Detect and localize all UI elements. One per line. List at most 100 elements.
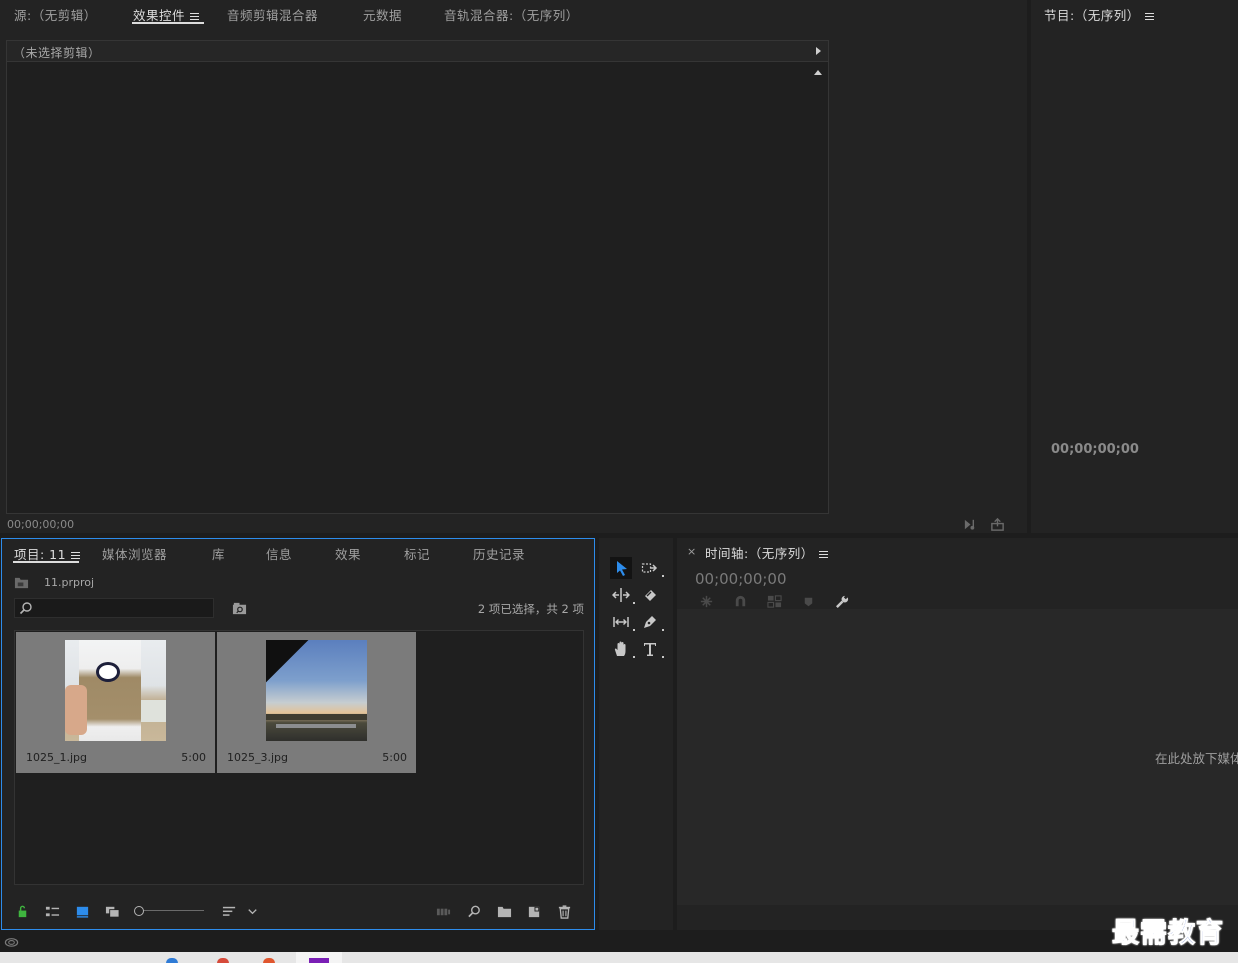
- effect-controls-panel: 源:（无剪辑） 效果控件 音频剪辑混合器 元数据 音轨混合器:（无序列） （未选…: [0, 0, 1027, 533]
- tab-metadata[interactable]: 元数据: [363, 5, 402, 24]
- tool-group-indicator: [662, 656, 664, 658]
- snap-magnet-icon[interactable]: [732, 593, 748, 609]
- freeform-view-icon[interactable]: [104, 903, 120, 919]
- drop-media-hint: 在此处放下媒体: [1155, 751, 1238, 766]
- tab-media-browser[interactable]: 媒体浏览器: [102, 544, 167, 563]
- wrench-icon[interactable]: [834, 593, 850, 609]
- track-select-tool[interactable]: [639, 557, 661, 579]
- tab-audio-track-mixer[interactable]: 音轨混合器:（无序列）: [444, 5, 579, 24]
- project-items-area: 1025_1.jpg 5:00 1025_3.jpg 5:00: [14, 630, 584, 885]
- ripple-edit-tool[interactable]: [610, 584, 632, 606]
- tab-history[interactable]: 历史记录: [473, 544, 525, 563]
- tab-audio-clip-mixer[interactable]: 音频剪辑混合器: [227, 5, 318, 24]
- icon-view-icon[interactable]: [74, 903, 90, 919]
- zoom-slider-track: [138, 910, 204, 911]
- taskbar-app-icon[interactable]: [217, 958, 229, 963]
- chevron-down-icon[interactable]: [244, 903, 260, 919]
- tab-project-label: 项目: 11: [14, 547, 67, 562]
- media-thumbnail: [65, 640, 166, 741]
- timeline-title-label: 时间轴:（无序列）: [705, 546, 814, 561]
- sort-icon[interactable]: [221, 903, 237, 919]
- tab-effects[interactable]: 效果: [335, 544, 361, 563]
- zoom-slider-thumb[interactable]: [134, 906, 144, 916]
- taskbar-app-icon[interactable]: [166, 958, 178, 963]
- taskbar-app-icon[interactable]: [263, 958, 275, 963]
- linked-selection-icon[interactable]: [766, 593, 782, 609]
- os-taskbar: [0, 952, 1238, 963]
- search-input[interactable]: [37, 600, 207, 616]
- nest-icon[interactable]: [698, 593, 714, 609]
- tab-libraries[interactable]: 库: [212, 544, 225, 563]
- search-box[interactable]: [14, 598, 214, 618]
- program-monitor-title[interactable]: 节目:（无序列）: [1044, 5, 1154, 24]
- tab-effect-controls-label: 效果控件: [133, 8, 186, 23]
- razor-tool[interactable]: [639, 584, 661, 606]
- no-clip-selected-label: （未选择剪辑）: [13, 46, 101, 60]
- program-monitor-panel: 节目:（无序列） 00;00;00;00: [1031, 0, 1238, 533]
- find-icon[interactable]: [466, 903, 482, 919]
- razor-icon: [645, 590, 656, 601]
- type-icon: [644, 643, 656, 656]
- timeline-title[interactable]: 时间轴:（无序列）: [705, 543, 828, 562]
- media-item-duration: 5:00: [181, 751, 206, 764]
- tab-info[interactable]: 信息: [266, 544, 292, 563]
- new-bin-icon[interactable]: [496, 903, 512, 919]
- tab-markers[interactable]: 标记: [404, 544, 430, 563]
- program-monitor-title-label: 节目:（无序列）: [1044, 8, 1140, 23]
- panel-menu-icon[interactable]: [71, 550, 81, 561]
- tool-group-indicator: [662, 629, 664, 631]
- panel-menu-icon[interactable]: [1144, 11, 1154, 22]
- timeline-timecode[interactable]: 00;00;00;00: [695, 570, 787, 588]
- new-item-icon[interactable]: [526, 903, 542, 919]
- program-timecode[interactable]: 00;00;00;00: [1051, 442, 1139, 457]
- lock-icon[interactable]: [14, 903, 30, 919]
- tool-group-indicator: [633, 629, 635, 631]
- pen-tool[interactable]: [639, 611, 661, 633]
- type-tool[interactable]: [639, 638, 661, 660]
- close-icon[interactable]: ×: [687, 545, 696, 558]
- panel-menu-icon[interactable]: [818, 549, 828, 560]
- export-frame-icon[interactable]: [989, 516, 1005, 532]
- project-panel: 项目: 11 媒体浏览器 库 信息 效果 标记 历史记录 11.prproj 2…: [1, 538, 595, 930]
- media-item-name: 1025_3.jpg: [227, 751, 289, 764]
- creative-cloud-icon[interactable]: [3, 933, 19, 949]
- trash-icon[interactable]: [556, 903, 572, 919]
- arrow-icon: [617, 561, 627, 576]
- effect-controls-timecode[interactable]: 00;00;00;00: [7, 518, 74, 531]
- selection-status: 2 项已选择，共 2 项: [477, 602, 584, 616]
- selection-tool[interactable]: [610, 557, 632, 579]
- pen-icon: [644, 616, 656, 628]
- tools-panel: [599, 538, 673, 930]
- media-item-card[interactable]: 1025_3.jpg 5:00: [217, 632, 416, 773]
- timeline-panel: × 时间轴:（无序列） 00;00;00;00 在此处放下媒体: [677, 538, 1238, 930]
- tool-group-indicator: [662, 575, 664, 577]
- timeline-track-area[interactable]: 在此处放下媒体: [677, 609, 1238, 905]
- play-audio-icon[interactable]: [962, 516, 978, 532]
- effect-controls-body: （未选择剪辑）: [6, 40, 829, 514]
- media-thumbnail: [266, 640, 367, 741]
- tool-group-indicator: [633, 656, 635, 658]
- tab-source[interactable]: 源:（无剪辑）: [14, 5, 97, 24]
- expand-right-icon[interactable]: [816, 47, 821, 55]
- hand-icon: [614, 641, 626, 656]
- media-item-card[interactable]: 1025_1.jpg 5:00: [16, 632, 215, 773]
- status-bar: [0, 931, 1238, 952]
- taskbar-app-icon[interactable]: [309, 958, 329, 963]
- project-folder-icon: [13, 574, 29, 590]
- media-item-name: 1025_1.jpg: [26, 751, 88, 764]
- panel-menu-icon[interactable]: [190, 11, 200, 22]
- list-view-icon[interactable]: [44, 903, 60, 919]
- automate-to-sequence-icon[interactable]: [435, 903, 451, 919]
- project-tab-row: 项目: 11 媒体浏览器 库 信息 效果 标记 历史记录: [2, 539, 594, 565]
- project-file-name: 11.prproj: [44, 576, 95, 589]
- new-bin-from-search-icon[interactable]: [231, 600, 247, 616]
- slip-tool[interactable]: [610, 611, 632, 633]
- slip-icon: [613, 617, 629, 627]
- scroll-up-icon[interactable]: [814, 70, 822, 75]
- zoom-slider[interactable]: [134, 905, 204, 917]
- hand-tool[interactable]: [610, 638, 632, 660]
- active-tab-underline: [132, 22, 204, 24]
- clip-header-bar: （未选择剪辑）: [7, 41, 828, 62]
- top-tab-row: 源:（无剪辑） 效果控件 音频剪辑混合器 元数据 音轨混合器:（无序列）: [0, 0, 1027, 26]
- add-marker-icon[interactable]: [800, 593, 816, 609]
